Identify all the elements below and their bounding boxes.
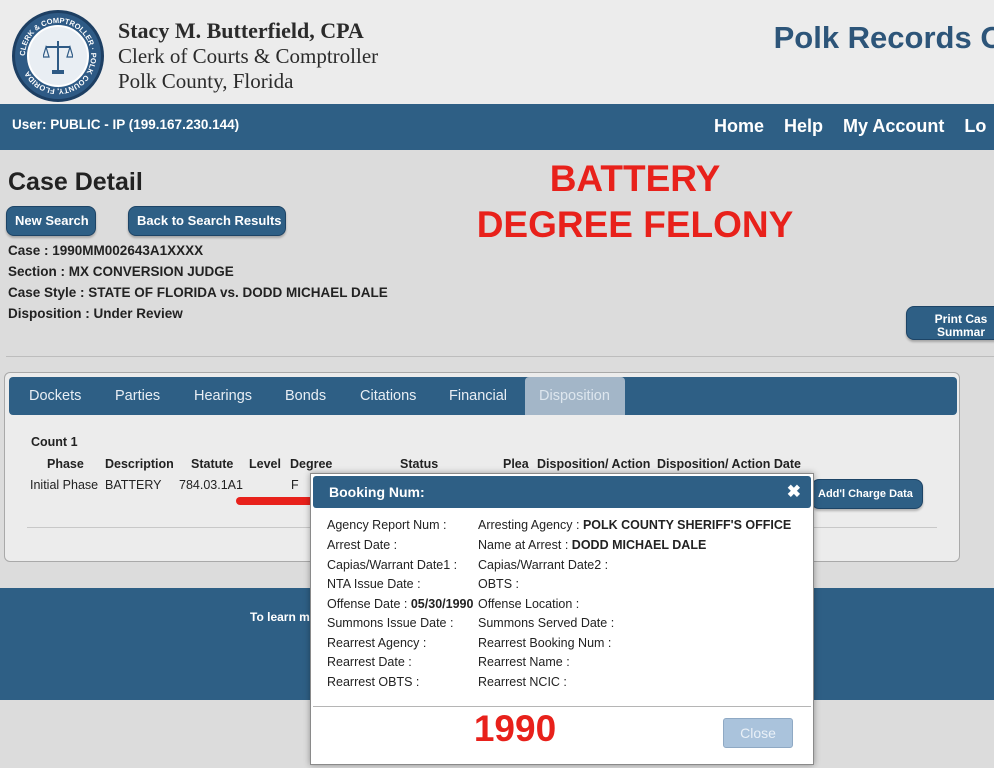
org-title: Clerk of Courts & Comptroller — [118, 44, 379, 68]
field-label: Rearrest Agency : — [327, 636, 427, 650]
field-label: NTA Issue Date : — [327, 577, 421, 591]
case-section: Section : MX CONVERSION JUDGE — [8, 264, 234, 279]
case-disposition: Disposition : Under Review — [8, 306, 183, 321]
back-to-results-button[interactable]: Back to Search Results — [128, 206, 286, 236]
close-button[interactable]: Close — [723, 718, 793, 748]
tab-dockets[interactable]: Dockets — [29, 377, 81, 415]
field-label: Rearrest NCIC : — [478, 675, 567, 689]
field-agency-report-num: Agency Report Num : — [327, 518, 447, 532]
col-statute: Statute — [191, 457, 234, 471]
org-name: Stacy M. Butterfield, CPA — [118, 18, 364, 43]
field-label: Capias/Warrant Date1 : — [327, 558, 458, 572]
field-rearrest-booking-num: Rearrest Booking Num : — [478, 636, 611, 650]
close-icon[interactable]: ✖ — [787, 482, 801, 502]
field-label: Name at Arrest : — [478, 538, 569, 552]
tab-disposition[interactable]: Disposition — [525, 377, 625, 415]
col-description: Description — [105, 457, 174, 471]
col-degree: Degree — [290, 457, 333, 471]
modal-separator — [313, 706, 811, 707]
field-arresting-agency: Arresting Agency : POLK COUNTY SHERIFF'S… — [478, 518, 791, 532]
scales-of-justice-icon — [43, 41, 73, 74]
field-label: Offense Date : — [327, 597, 408, 611]
field-label: Arresting Agency : — [478, 518, 580, 532]
field-label: Rearrest OBTS : — [327, 675, 420, 689]
field-label: Capias/Warrant Date2 : — [478, 558, 609, 572]
booking-details-modal: Booking Num: ✖ Agency Report Num : Arres… — [310, 473, 814, 765]
nav-my-account-link[interactable]: My Account — [843, 116, 944, 137]
field-label: Summons Issue Date : — [327, 616, 454, 630]
tab-financial[interactable]: Financial — [449, 377, 507, 415]
col-level: Level — [249, 457, 281, 471]
cell-description: BATTERY — [105, 478, 162, 492]
field-rearrest-agency: Rearrest Agency : — [327, 636, 426, 650]
nav-help-link[interactable]: Help — [784, 116, 823, 137]
field-summons-served-date: Summons Served Date : — [478, 616, 614, 630]
annotation-charge: BATTERY — [549, 158, 721, 199]
field-label: OBTS : — [478, 577, 519, 591]
section-divider — [6, 356, 994, 357]
additional-charge-data-button[interactable]: Add'l Charge Data — [811, 479, 923, 509]
field-rearrest-ncic: Rearrest NCIC : — [478, 675, 567, 689]
field-nta-issue-date: NTA Issue Date : — [327, 577, 421, 591]
field-label: Rearrest Booking Num : — [478, 636, 612, 650]
org-block: Stacy M. Butterfield, CPA Clerk of Court… — [118, 18, 378, 94]
field-label: Summons Served Date : — [478, 616, 615, 630]
field-value: POLK COUNTY SHERIFF'S OFFICE — [582, 518, 792, 532]
field-rearrest-obts: Rearrest OBTS : — [327, 675, 419, 689]
field-arrest-date: Arrest Date : — [327, 538, 397, 552]
new-search-button[interactable]: New Search — [6, 206, 96, 236]
field-obts: OBTS : — [478, 577, 519, 591]
annotation-degree: DEGREE FELONY — [476, 204, 794, 245]
nav-links: Home Help My Account Lo — [714, 116, 986, 137]
cell-degree: F — [291, 478, 299, 492]
tab-bonds[interactable]: Bonds — [285, 377, 326, 415]
field-label: Rearrest Name : — [478, 655, 570, 669]
modal-title: Booking Num: — [329, 484, 425, 500]
field-name-at-arrest: Name at Arrest : DODD MICHAEL DALE — [478, 538, 706, 552]
case-info: Case : 1990MM002643A1XXXX Section : MX C… — [8, 240, 388, 324]
site-title: Polk Records Onl — [773, 20, 994, 55]
nav-logout-link[interactable]: Lo — [964, 116, 986, 137]
col-plea: Plea — [503, 457, 529, 471]
col-disposition-action: Disposition/ Action — [537, 457, 651, 471]
field-label: Agency Report Num : — [327, 518, 447, 532]
field-label: Rearrest Date : — [327, 655, 412, 669]
clerk-seal-logo: CLERK & COMPTROLLER · POLK COUNTY, FLORI… — [12, 10, 104, 102]
field-summons-issue-date: Summons Issue Date : — [327, 616, 453, 630]
page-title: Case Detail — [8, 168, 143, 196]
field-rearrest-date: Rearrest Date : — [327, 655, 412, 669]
col-status: Status — [400, 457, 439, 471]
col-disposition-action-date: Disposition/ Action Date — [657, 457, 801, 471]
nav-home-link[interactable]: Home — [714, 116, 764, 137]
top-navbar: User: PUBLIC - IP (199.167.230.144) Home… — [0, 104, 994, 152]
tab-hearings[interactable]: Hearings — [194, 377, 252, 415]
footer-text: To learn m — [250, 610, 310, 624]
case-style: Case Style : STATE OF FLORIDA vs. DODD M… — [8, 285, 388, 300]
print-case-summary-button[interactable]: Print Cas Summar — [906, 306, 994, 340]
print-button-line2: Summar — [936, 325, 986, 339]
tab-bar: Dockets Parties Hearings Bonds Citations… — [9, 377, 957, 415]
field-offense-date: Offense Date : 05/30/1990 — [327, 597, 473, 611]
field-label: Arrest Date : — [327, 538, 398, 552]
case-number: Case : 1990MM002643A1XXXX — [8, 243, 204, 258]
field-value: 05/30/1990 — [410, 597, 474, 611]
site-header: CLERK & COMPTROLLER · POLK COUNTY, FLORI… — [0, 0, 994, 104]
tab-parties[interactable]: Parties — [115, 377, 160, 415]
org-county: Polk County, Florida — [118, 69, 294, 93]
col-phase: Phase — [47, 457, 84, 471]
modal-header: Booking Num: ✖ — [313, 476, 811, 508]
count-label: Count 1 — [31, 435, 78, 449]
field-value: DODD MICHAEL DALE — [571, 538, 707, 552]
field-label: Offense Location : — [478, 597, 580, 611]
field-offense-location: Offense Location : — [478, 597, 579, 611]
field-rearrest-name: Rearrest Name : — [478, 655, 570, 669]
cell-phase: Initial Phase — [30, 478, 99, 492]
tab-citations[interactable]: Citations — [360, 377, 416, 415]
user-info: User: PUBLIC - IP (199.167.230.144) — [12, 117, 240, 132]
cell-statute: 784.03.1A1 — [179, 478, 243, 492]
annotation-year: 1990 — [473, 708, 557, 749]
field-capias-warrant-date1: Capias/Warrant Date1 : — [327, 558, 457, 572]
field-capias-warrant-date2: Capias/Warrant Date2 : — [478, 558, 608, 572]
